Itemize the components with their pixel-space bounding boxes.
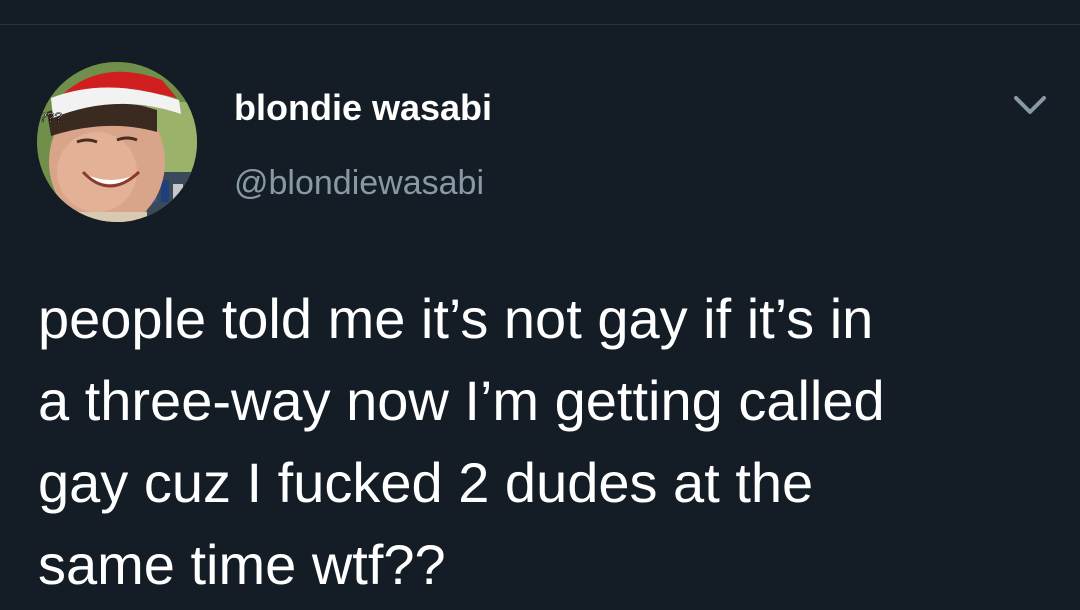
tweet-text: people told me it’s not gay if it’s in a… [38,278,1048,606]
tweet-screen: ??? blondie wasabi @blondiewasabi people… [0,0,1080,610]
top-divider [0,24,1080,25]
avatar-overlay-text: ??? [39,109,63,125]
user-handle[interactable]: @blondiewasabi [234,162,484,204]
chevron-down-icon [1014,96,1046,114]
tweet-text-line: same time wtf?? [38,533,446,596]
tweet-text-line: people told me it’s not gay if it’s in [38,287,874,350]
tweet-text-line: a three-way now I’m getting called [38,369,885,432]
display-name[interactable]: blondie wasabi [234,86,492,130]
avatar-photo-icon: ??? [37,62,197,222]
avatar[interactable]: ??? [37,62,197,222]
tweet-menu-button[interactable] [1010,92,1050,120]
tweet-text-line: gay cuz I fucked 2 dudes at the [38,451,814,514]
